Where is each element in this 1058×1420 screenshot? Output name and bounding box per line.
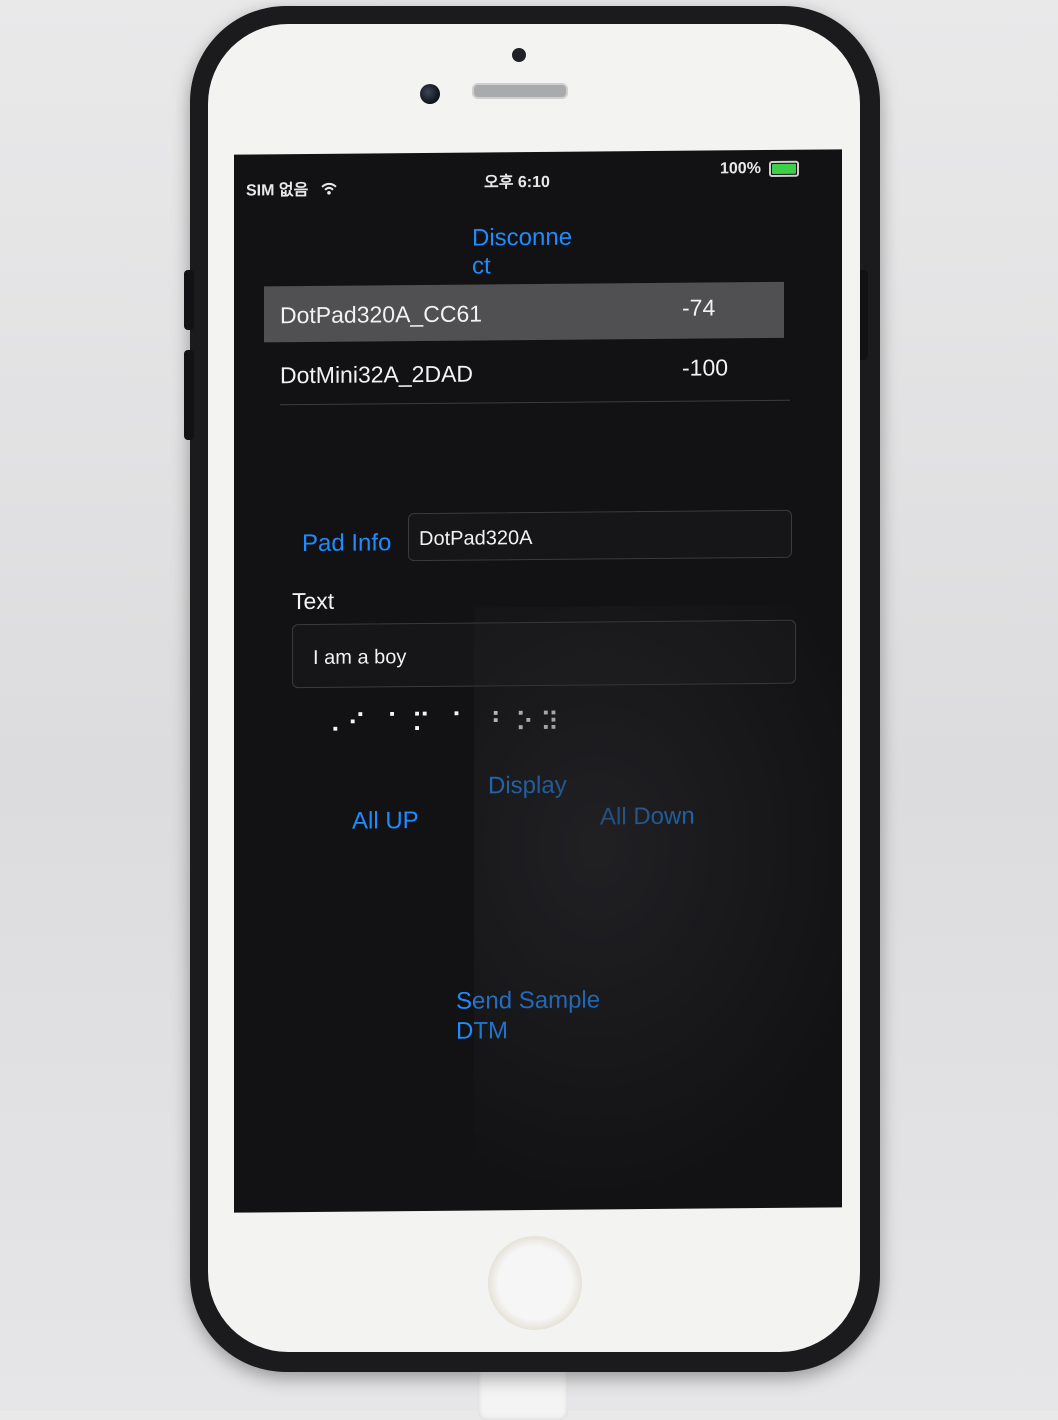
carrier-text: SIM 없음 <box>246 182 309 200</box>
text-label: Text <box>292 587 335 615</box>
device-row[interactable]: DotMini32A_2DAD -100 <box>264 342 784 403</box>
proximity-sensor <box>512 48 526 62</box>
home-button[interactable] <box>488 1236 582 1330</box>
disconnect-button[interactable]: Disconne ct <box>472 224 582 281</box>
mute-switch <box>184 270 194 330</box>
glass-reflection <box>474 603 842 1208</box>
device-name: DotMini32A_2DAD <box>280 360 474 389</box>
battery-icon <box>769 160 800 177</box>
status-time: 오후 6:10 <box>484 173 550 192</box>
all-up-button[interactable]: All UP <box>352 807 419 836</box>
device-row[interactable]: DotPad320A_CC61 -74 <box>264 281 784 343</box>
volume-up-button <box>184 350 194 440</box>
device-rssi: -74 <box>682 294 716 321</box>
front-camera-icon <box>420 84 440 104</box>
battery-percent: 100% <box>720 160 761 178</box>
pad-info-field[interactable]: DotPad320A <box>408 509 792 562</box>
send-sample-dtm-button[interactable]: Send Sample DTM <box>456 985 616 1046</box>
text-input[interactable]: I am a boy <box>292 619 796 689</box>
display-button[interactable]: Display <box>488 772 567 801</box>
status-carrier: SIM 없음 <box>246 176 337 201</box>
all-down-button[interactable]: All Down <box>600 803 695 832</box>
status-bar: SIM 없음 오후 6:10 100% <box>234 149 842 201</box>
braille-preview: ⠠⠊ ⠁⠍ ⠁ ⠃⠕⠽ <box>322 707 566 740</box>
pad-info-value: DotPad320A <box>419 527 533 551</box>
wifi-icon <box>321 182 337 198</box>
status-battery: 100% <box>720 160 800 179</box>
pad-info-label: Pad Info <box>302 529 392 558</box>
text-input-value: I am a boy <box>313 646 407 669</box>
device-rssi: -100 <box>682 354 729 381</box>
earpiece-speaker <box>472 83 568 99</box>
app-screen: SIM 없음 오후 6:10 100% Disconne ct DotPad32… <box>234 149 842 1213</box>
device-name: DotPad320A_CC61 <box>280 300 483 329</box>
